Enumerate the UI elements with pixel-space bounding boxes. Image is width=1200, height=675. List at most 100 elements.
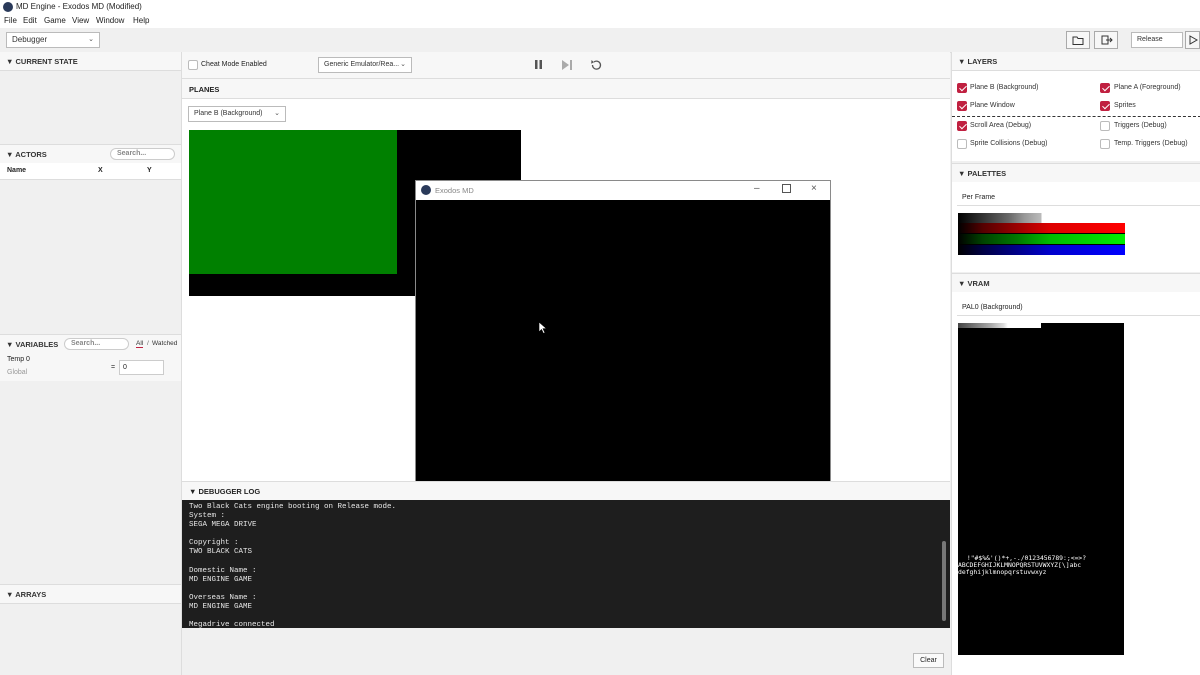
tab-all[interactable]: All [136,340,144,348]
play-button[interactable] [1185,31,1200,49]
emulator-window-title: Exodos MD [435,186,474,195]
menu-window[interactable]: Window [96,16,124,25]
emulator-controls-bar: Cheat Mode Enabled Generic Emulator/Rea.… [182,52,950,79]
chevron-down-icon: ⌄ [88,36,94,43]
emulator-dropdown[interactable]: Generic Emulator/Rea... ⌄ [318,57,412,73]
palettes-title: PALETTES [967,169,1007,178]
emulator-window-titlebar[interactable]: Exodos MD – × [416,181,830,200]
menu-edit[interactable]: Edit [23,16,37,25]
chevron-down-icon: ⌄ [274,110,280,117]
toolbar: Debugger ⌄ Release [0,28,1200,53]
sprite-collisions-checkbox[interactable] [957,139,967,149]
minimize-icon[interactable]: – [754,183,760,194]
plane-tile-area [189,130,397,274]
mouse-cursor-icon [538,321,548,334]
palette-row-red [958,223,1125,233]
arrays-header[interactable]: ▼ ARRAYS [0,584,181,604]
mode-dropdown[interactable]: Debugger ⌄ [6,32,100,48]
col-name: Name [7,167,27,174]
debugger-log-text: Two Black Cats engine booting on Release… [182,500,950,628]
menu-view[interactable]: View [72,16,89,25]
app-icon [3,2,13,12]
step-icon[interactable] [560,58,574,72]
palette-row-green [958,234,1125,244]
plane-b-checkbox[interactable] [957,83,967,93]
plane-a-checkbox[interactable] [1100,83,1110,93]
layers-header[interactable]: ▼ LAYERS [952,52,1200,71]
export-button[interactable] [1094,31,1118,49]
sprites-label: Sprites [1114,102,1136,109]
layers-list: Plane B (Background) Plane A (Foreground… [952,71,1200,161]
collapse-icon: ▼ [958,169,968,178]
actors-header[interactable]: ▼ ACTORS Search... [0,144,181,164]
planes-header: PLANES [182,79,950,99]
mode-value: Debugger [12,35,48,44]
vram-header[interactable]: ▼ VRAM [952,273,1200,293]
debugger-log-title: DEBUGGER LOG [198,487,261,496]
export-icon [1101,35,1113,45]
debugger-log-panel: ▼ DEBUGGER LOG Two Black Cats engine boo… [182,481,950,675]
palettes-body: Per Frame [952,182,1200,272]
window-title: MD Engine - Exodos MD (Modified) [16,2,142,11]
play-icon [1189,35,1199,45]
actors-search-input[interactable]: Search... [110,148,175,160]
triggers-label: Triggers (Debug) [1114,122,1167,129]
scroll-area-checkbox[interactable] [957,121,967,131]
palette-mode-dropdown[interactable]: Per Frame [957,190,1200,206]
layers-divider [952,116,1200,117]
vram-font-row-3: defghijklmnopqrstuvwxyz [958,568,1047,576]
debugger-log-header[interactable]: ▼ DEBUGGER LOG [182,481,950,501]
scroll-area-label: Scroll Area (Debug) [970,122,1032,129]
vram-tiles-top [958,323,1041,328]
collapse-icon: ▼ [6,150,16,159]
equals-sign: = [111,364,116,371]
col-x: X [98,167,103,174]
temp-triggers-label: Temp. Triggers (Debug) [1114,140,1188,147]
current-state-header[interactable]: ▼ CURRENT STATE [0,52,181,71]
clear-button[interactable]: Clear [913,653,944,668]
palettes-header[interactable]: ▼ PALETTES [952,163,1200,183]
cheat-mode-checkbox[interactable] [188,60,198,70]
variable-row: Temp 0 Global = 0 [0,353,181,381]
menu-file[interactable]: File [4,16,17,25]
palette-row-gray [958,213,1125,223]
palette-swatches [958,213,1125,255]
restart-icon[interactable] [589,58,603,72]
vram-tile-view[interactable]: !"#$%&'()*+,-./0123456789:;<=>? ABCDEFGH… [958,323,1124,655]
variable-name: Temp 0 [7,356,30,363]
emulator-window[interactable]: Exodos MD – × [415,180,831,490]
maximize-icon[interactable] [782,184,791,193]
close-icon[interactable]: × [811,183,817,194]
plane-window-label: Plane Window [970,102,1015,109]
plane-window-checkbox[interactable] [957,101,967,111]
plane-b-label: Plane B (Background) [970,84,1039,91]
chevron-down-icon: ⌄ [400,61,406,68]
planes-title: PLANES [189,85,220,94]
menu-game[interactable]: Game [44,16,66,25]
variables-search-input[interactable]: Search... [64,338,129,350]
log-scrollbar[interactable] [942,541,946,621]
cheat-mode-label: Cheat Mode Enabled [201,61,267,68]
sprites-checkbox[interactable] [1100,101,1110,111]
folder-icon [1072,36,1084,45]
tab-watched[interactable]: Watched [152,340,177,347]
variables-title: VARIABLES [15,340,59,349]
open-folder-button[interactable] [1066,31,1090,49]
plane-dropdown[interactable]: Plane B (Background) ⌄ [188,106,286,122]
vram-palette-dropdown[interactable]: PAL0 (Background) [957,300,1200,316]
tab-separator: / [147,340,149,347]
menu-help[interactable]: Help [133,16,149,25]
collapse-icon: ▼ [189,487,199,496]
current-state-title: CURRENT STATE [15,57,78,66]
pause-icon[interactable] [533,58,545,72]
arrays-title: ARRAYS [15,590,47,599]
variables-header[interactable]: ▼ VARIABLES Search... All / Watched [0,334,181,354]
variable-value-input[interactable]: 0 [119,360,164,375]
temp-triggers-checkbox[interactable] [1100,139,1110,149]
collapse-icon: ▼ [6,340,16,349]
build-dropdown[interactable]: Release [1131,32,1183,48]
plane-a-label: Plane A (Foreground) [1114,84,1181,91]
palette-row-blue [958,245,1125,255]
sprite-collisions-label: Sprite Collisions (Debug) [970,140,1048,147]
triggers-checkbox[interactable] [1100,121,1110,131]
